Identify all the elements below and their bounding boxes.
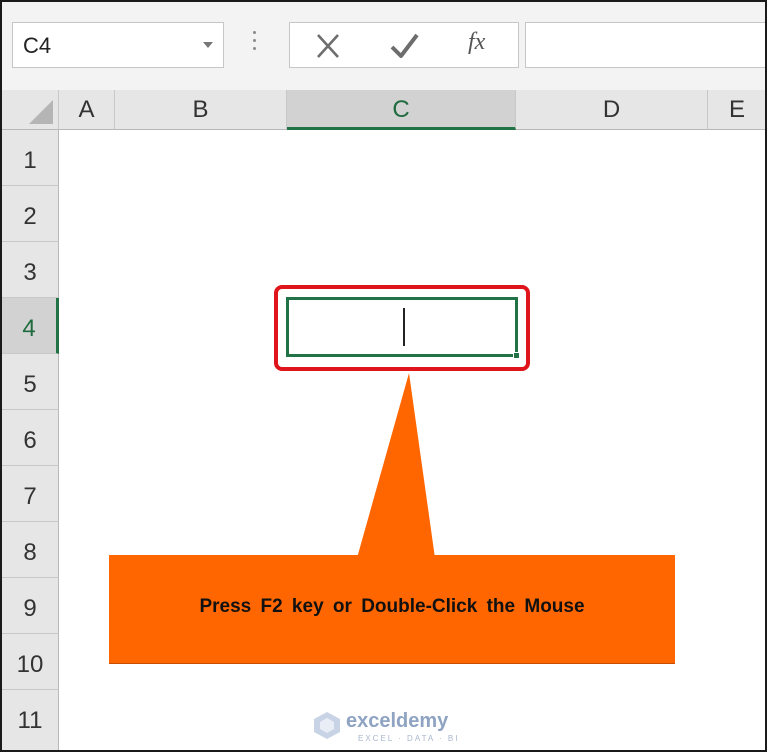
callout-box: Press F2 key or Double-Click the Mouse	[109, 555, 675, 664]
spreadsheet-window: C4 fx A B C D E 1 2 3 4 5 6 7 8 9 10 11	[0, 0, 767, 752]
watermark-logo: exceldemy EXCEL · DATA · BI	[312, 710, 472, 750]
exceldemy-logo-icon	[314, 712, 340, 739]
watermark-tagline: EXCEL · DATA · BI	[358, 734, 460, 743]
watermark-name: exceldemy	[346, 710, 449, 732]
callout-text: Press F2 key or Double-Click the Mouse	[199, 596, 585, 617]
